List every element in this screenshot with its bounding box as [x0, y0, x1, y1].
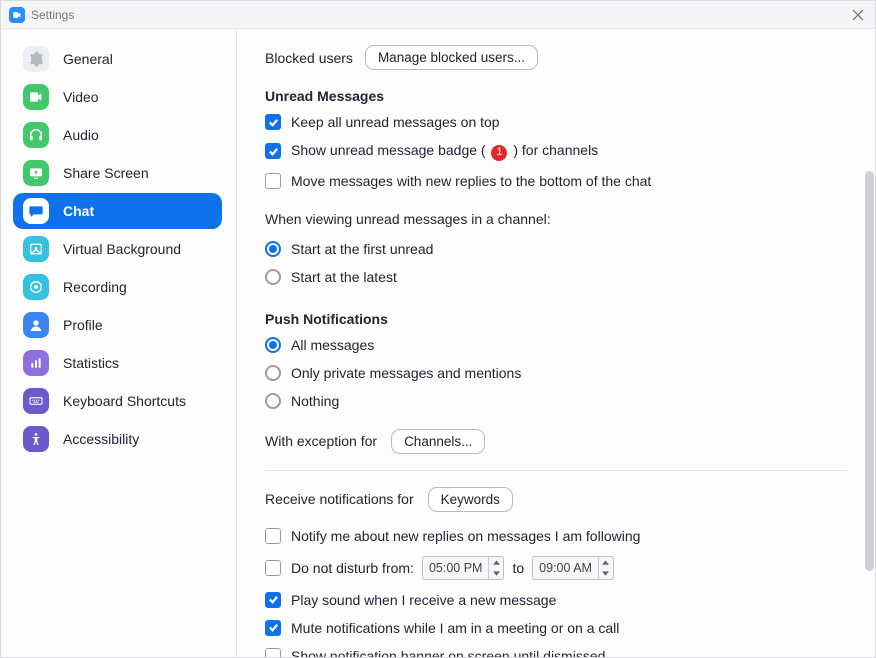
- keywords-button[interactable]: Keywords: [428, 487, 513, 512]
- sidebar-item-label: Share Screen: [63, 165, 149, 181]
- spinner-down[interactable]: [489, 568, 503, 579]
- option-label: Play sound when I receive a new message: [291, 592, 556, 608]
- unread-badge-icon: 1: [491, 145, 507, 161]
- checkbox-show-unread-badge[interactable]: [265, 143, 281, 159]
- checkbox-show-banner[interactable]: [265, 648, 281, 658]
- sidebar-item-chat[interactable]: Chat: [13, 193, 222, 229]
- spinner: [488, 557, 503, 579]
- checkbox-play-sound[interactable]: [265, 592, 281, 608]
- radio-nothing[interactable]: [265, 393, 281, 409]
- sidebar-item-profile[interactable]: Profile: [13, 307, 222, 343]
- option-label: Keep all unread messages on top: [291, 114, 500, 130]
- checkbox-do-not-disturb[interactable]: [265, 560, 281, 576]
- sidebar-item-recording[interactable]: Recording: [13, 269, 222, 305]
- checkbox-mute-in-meeting[interactable]: [265, 620, 281, 636]
- checkbox-keep-unread-top[interactable]: [265, 114, 281, 130]
- headphones-icon: [23, 122, 49, 148]
- viewing-unread-label: When viewing unread messages in a channe…: [265, 211, 847, 227]
- option-label: Show notification banner on screen until…: [291, 648, 605, 658]
- share-screen-icon: [23, 160, 49, 186]
- dnd-to-input[interactable]: 09:00 AM: [532, 556, 614, 580]
- option-label: Only private messages and mentions: [291, 365, 521, 381]
- recording-icon: [23, 274, 49, 300]
- spinner: [598, 557, 613, 579]
- chat-icon: [23, 198, 49, 224]
- sidebar-item-label: Recording: [63, 279, 127, 295]
- sidebar-item-label: Profile: [63, 317, 103, 333]
- with-exception-label: With exception for: [265, 433, 377, 449]
- option-label: Show unread message badge ( 1 ) for chan…: [291, 142, 598, 161]
- settings-window: Settings General Video: [0, 0, 876, 658]
- sidebar: General Video Audio Share Screen: [1, 29, 237, 657]
- radio-only-private[interactable]: [265, 365, 281, 381]
- scrollbar-track[interactable]: [865, 31, 874, 655]
- option-label: All messages: [291, 337, 374, 353]
- sidebar-item-label: Chat: [63, 203, 94, 219]
- dnd-to-label: to: [512, 560, 524, 576]
- divider: [265, 470, 847, 471]
- sidebar-item-label: Statistics: [63, 355, 119, 371]
- option-label: Notify me about new replies on messages …: [291, 528, 640, 544]
- sidebar-item-label: Video: [63, 89, 99, 105]
- channels-button[interactable]: Channels...: [391, 429, 485, 454]
- checkbox-notify-following[interactable]: [265, 528, 281, 544]
- app-icon: [9, 7, 25, 23]
- sidebar-item-general[interactable]: General: [13, 41, 222, 77]
- time-value: 09:00 AM: [533, 561, 598, 575]
- text: ) for channels: [513, 142, 598, 158]
- body: General Video Audio Share Screen: [1, 29, 875, 657]
- gear-icon: [23, 46, 49, 72]
- option-label: Move messages with new replies to the bo…: [291, 173, 651, 189]
- sidebar-item-statistics[interactable]: Statistics: [13, 345, 222, 381]
- scrollbar-thumb[interactable]: [865, 171, 874, 571]
- window-title: Settings: [31, 8, 74, 22]
- accessibility-icon: [23, 426, 49, 452]
- close-button[interactable]: [849, 6, 867, 24]
- dnd-from-input[interactable]: 05:00 PM: [422, 556, 505, 580]
- option-label: Start at the first unread: [291, 241, 433, 257]
- sidebar-item-label: Accessibility: [63, 431, 139, 447]
- statistics-icon: [23, 350, 49, 376]
- spinner-down[interactable]: [599, 568, 613, 579]
- profile-icon: [23, 312, 49, 338]
- keyboard-icon: [23, 388, 49, 414]
- sidebar-item-label: Keyboard Shortcuts: [63, 393, 186, 409]
- sidebar-item-video[interactable]: Video: [13, 79, 222, 115]
- option-label: Start at the latest: [291, 269, 397, 285]
- sidebar-item-keyboard-shortcuts[interactable]: Keyboard Shortcuts: [13, 383, 222, 419]
- receive-notifications-label: Receive notifications for: [265, 491, 414, 507]
- option-label: Nothing: [291, 393, 339, 409]
- checkbox-move-new-replies[interactable]: [265, 173, 281, 189]
- manage-blocked-users-button[interactable]: Manage blocked users...: [365, 45, 538, 70]
- radio-start-first-unread[interactable]: [265, 241, 281, 257]
- push-notifications-heading: Push Notifications: [265, 311, 847, 327]
- option-label: Do not disturb from:: [291, 560, 414, 576]
- sidebar-item-virtual-background[interactable]: Virtual Background: [13, 231, 222, 267]
- titlebar: Settings: [1, 1, 875, 29]
- sidebar-item-audio[interactable]: Audio: [13, 117, 222, 153]
- text: Show unread message badge (: [291, 142, 486, 158]
- radio-start-latest[interactable]: [265, 269, 281, 285]
- spinner-up[interactable]: [489, 557, 503, 568]
- option-label: Mute notifications while I am in a meeti…: [291, 620, 619, 636]
- unread-messages-heading: Unread Messages: [265, 88, 847, 104]
- content-area: Blocked users Manage blocked users... Un…: [237, 29, 875, 657]
- sidebar-item-label: Virtual Background: [63, 241, 181, 257]
- spinner-up[interactable]: [599, 557, 613, 568]
- content-scroll[interactable]: Blocked users Manage blocked users... Un…: [237, 29, 875, 657]
- sidebar-item-accessibility[interactable]: Accessibility: [13, 421, 222, 457]
- video-icon: [23, 84, 49, 110]
- virtual-bg-icon: [23, 236, 49, 262]
- sidebar-item-label: General: [63, 51, 113, 67]
- blocked-users-label: Blocked users: [265, 50, 353, 66]
- sidebar-item-label: Audio: [63, 127, 99, 143]
- sidebar-item-share-screen[interactable]: Share Screen: [13, 155, 222, 191]
- time-value: 05:00 PM: [423, 561, 489, 575]
- radio-all-messages[interactable]: [265, 337, 281, 353]
